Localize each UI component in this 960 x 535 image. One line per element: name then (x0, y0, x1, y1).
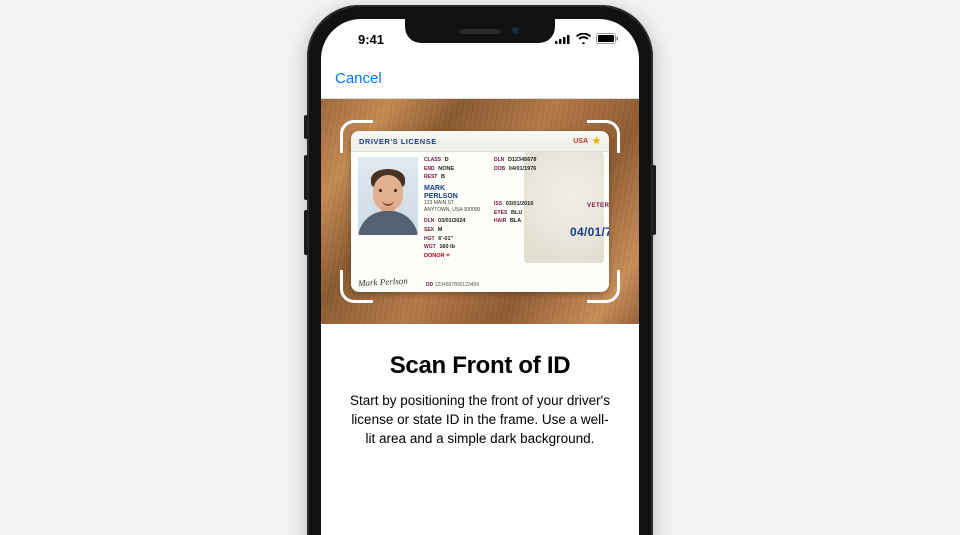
phone-notch (405, 19, 555, 43)
id-donor: DONOR (424, 253, 444, 259)
phone-frame: 9:41 Cancel (307, 5, 653, 535)
navigation-bar: Cancel (321, 59, 639, 99)
phone-screen: 9:41 Cancel (321, 19, 639, 535)
scan-corner-bl (340, 270, 373, 303)
heart-icon: ♥ (446, 253, 450, 259)
id-veteran: VETERAN (587, 203, 609, 209)
instructions-panel: Scan Front of ID Start by positioning th… (321, 324, 639, 535)
id-first-name: MARK (424, 185, 486, 192)
id-dob-large: 04/01/76 (570, 225, 609, 239)
cancel-button[interactable]: Cancel (335, 70, 382, 87)
speaker-grille (460, 29, 500, 34)
power-button (652, 165, 656, 235)
volume-down-button (304, 210, 308, 255)
camera-viewport[interactable]: DRIVER'S LICENSE USA ★ CLASS D (321, 99, 639, 324)
silent-switch (304, 115, 308, 139)
wifi-icon (576, 32, 591, 47)
battery-icon (596, 32, 619, 47)
cellular-signal-icon (555, 32, 571, 47)
scan-corner-tl (340, 120, 373, 153)
stage: 9:41 Cancel (0, 0, 960, 535)
id-last-name: PERLSON (424, 193, 486, 200)
instructions-title: Scan Front of ID (347, 352, 613, 380)
volume-up-button (304, 155, 308, 200)
status-icons (555, 32, 619, 47)
id-address-2: ANYTOWN, USA 000000 (424, 208, 486, 214)
instructions-body: Start by positioning the front of your d… (347, 392, 613, 449)
status-time: 9:41 (341, 32, 401, 47)
scan-corner-tr (587, 120, 620, 153)
front-camera (511, 26, 520, 35)
